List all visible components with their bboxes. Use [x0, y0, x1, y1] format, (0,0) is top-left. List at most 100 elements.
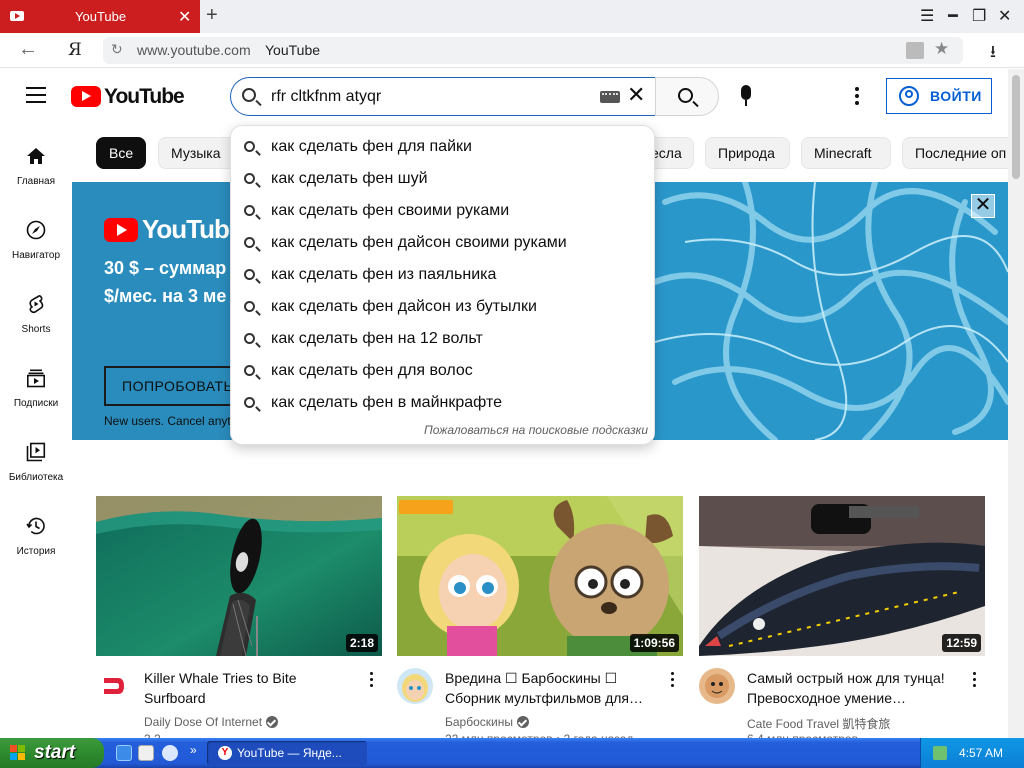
restore-icon[interactable]: ❐ — [972, 6, 986, 26]
nav-item-subscriptions[interactable]: Подписки — [0, 368, 72, 428]
banner-note: New users. Cancel anyt — [104, 414, 231, 428]
youtube-logo[interactable]: YouTube — [71, 84, 185, 108]
new-tab-button[interactable]: + — [206, 4, 218, 27]
channel-name[interactable]: Барбоскины — [445, 715, 529, 729]
suggestion-item[interactable]: как сделать фен на 12 вольт — [231, 323, 654, 355]
video-title[interactable]: Вредина ☐ Барбоскины ☐ Сборник мультфиль… — [445, 668, 655, 708]
channel-avatar[interactable] — [397, 668, 433, 704]
guide-menu-icon[interactable] — [26, 87, 46, 103]
reader-mode-icon[interactable] — [906, 42, 924, 59]
ie-icon[interactable] — [116, 745, 132, 761]
microphone-icon[interactable] — [741, 85, 751, 106]
search-icon — [244, 173, 255, 184]
video-duration: 1:09:56 — [629, 634, 679, 652]
quicklaunch-overflow-icon[interactable]: » — [190, 743, 197, 757]
suggestion-item[interactable]: как сделать фен своими руками — [231, 195, 654, 227]
windows-flag-icon — [10, 745, 26, 761]
signin-button[interactable]: ВОЙТИ — [886, 78, 992, 114]
windows-taskbar: start » Y YouTube — Янде... 4:57 AM — [0, 738, 1024, 768]
download-icon[interactable]: ⭳ — [990, 39, 996, 68]
video-thumbnail[interactable]: 12:59 — [699, 496, 985, 656]
scrollbar-thumb[interactable] — [1012, 75, 1020, 179]
start-button[interactable]: start — [0, 738, 104, 768]
chip-recent[interactable]: Последние оп — [902, 137, 1008, 169]
video-title[interactable]: Самый острый нож для тунца! Превосходное… — [747, 668, 957, 708]
bookmark-star-icon[interactable]: ★ — [934, 39, 949, 59]
clear-search-icon[interactable]: ✕ — [627, 82, 645, 108]
suggestion-item[interactable]: как сделать фен из паяльника — [231, 259, 654, 291]
search-icon — [244, 397, 255, 408]
channel-name[interactable]: Daily Dose Of Internet — [144, 715, 279, 729]
chip-nature[interactable]: Природа — [705, 137, 790, 169]
video-menu-icon[interactable] — [973, 672, 977, 690]
video-menu-icon[interactable] — [370, 672, 374, 690]
search-icon — [244, 269, 255, 280]
yandex-browser-icon: Y — [218, 746, 232, 760]
channel-name-text: Барбоскины — [445, 715, 513, 729]
video-duration: 2:18 — [345, 634, 378, 652]
suggestion-text: как сделать фен для волос — [271, 362, 473, 379]
search-icon — [678, 88, 693, 103]
tab-close-icon[interactable]: ✕ — [178, 7, 191, 27]
page-scrollbar[interactable] — [1008, 69, 1024, 738]
channel-avatar[interactable] — [699, 668, 735, 704]
video-thumbnail[interactable]: 1:09:56 — [397, 496, 683, 656]
yandex-icon[interactable]: Я — [68, 40, 82, 60]
tab-title: YouTube — [75, 9, 127, 24]
channel-name[interactable]: Cate Food Travel 凱特食旅 — [747, 715, 890, 732]
suggestion-item[interactable]: как сделать фен в майнкрафте — [231, 387, 654, 419]
quicklaunch-app-icon[interactable] — [138, 745, 154, 761]
report-suggestions-link[interactable]: Пожаловаться на поисковые подсказки — [424, 423, 648, 437]
suggestion-item[interactable]: как сделать фен шуй — [231, 163, 654, 195]
taskbar-item-browser[interactable]: Y YouTube — Янде... — [207, 741, 367, 765]
chip-all[interactable]: Все — [96, 137, 146, 169]
keyboard-icon[interactable] — [600, 91, 620, 103]
address-bar: ← Я ↻ www.youtube.com YouTube ★ ⭳ — [0, 33, 1024, 68]
video-title[interactable]: Killer Whale Tries to Bite Surfboard — [144, 668, 354, 708]
account-icon — [899, 86, 919, 106]
video-thumbnail[interactable]: 2:18 — [96, 496, 382, 656]
suggestion-item[interactable]: как сделать фен для пайки — [231, 131, 654, 163]
banner-price-line1: 30 $ – суммар — [104, 258, 227, 278]
nav-item-history[interactable]: История — [0, 516, 72, 576]
video-menu-icon[interactable] — [671, 672, 675, 690]
channel-avatar[interactable] — [96, 668, 132, 704]
youtube-play-icon — [104, 218, 138, 242]
search-input[interactable]: rfr cltkfnm atyqr ✕ — [230, 77, 655, 116]
banner-close-icon[interactable]: ✕ — [971, 194, 995, 218]
search-button[interactable] — [655, 77, 719, 116]
url-field[interactable]: ↻ www.youtube.com YouTube ★ — [103, 37, 963, 64]
suggestion-item[interactable]: как сделать фен для волос — [231, 355, 654, 387]
banner-price-line2: $/мес. на 3 ме — [104, 286, 227, 306]
tab-youtube[interactable]: YouTube ✕ — [0, 0, 200, 33]
back-arrow-icon[interactable]: ← — [18, 38, 38, 61]
search-icon — [244, 205, 255, 216]
reload-icon[interactable]: ↻ — [111, 41, 123, 58]
media-player-icon[interactable] — [162, 745, 178, 761]
minimize-icon[interactable]: ━ — [948, 6, 958, 26]
nav-item-explore[interactable]: Навигатор — [0, 220, 72, 280]
suggestion-item[interactable]: как сделать фен дайсон своими руками — [231, 227, 654, 259]
nav-item-shorts[interactable]: Shorts — [0, 294, 72, 354]
search-query[interactable]: rfr cltkfnm atyqr — [271, 88, 381, 106]
suggestion-text: как сделать фен на 12 вольт — [271, 330, 483, 347]
search-icon — [242, 88, 256, 102]
verified-icon — [266, 716, 279, 728]
nav-item-library[interactable]: Библиотека — [0, 442, 72, 502]
nav-label: Shorts — [21, 324, 51, 335]
nav-label: Главная — [16, 176, 56, 187]
nav-item-home[interactable]: Главная — [0, 146, 72, 206]
suggestion-text: как сделать фен дайсон своими руками — [271, 234, 567, 251]
close-window-icon[interactable]: ✕ — [998, 6, 1011, 26]
history-icon — [26, 517, 45, 535]
menu-icon[interactable]: ☰ — [920, 6, 934, 26]
suggestion-text: как сделать фен из паяльника — [271, 266, 497, 283]
chip-minecraft[interactable]: Minecraft — [801, 137, 891, 169]
search-icon — [244, 141, 255, 152]
chip-music[interactable]: Музыка — [158, 137, 238, 169]
compass-icon — [26, 220, 46, 240]
settings-more-icon[interactable] — [855, 87, 859, 105]
suggestion-text: как сделать фен в майнкрафте — [271, 394, 503, 411]
network-icon[interactable] — [933, 746, 947, 760]
suggestion-item[interactable]: как сделать фен дайсон из бутылки — [231, 291, 654, 323]
